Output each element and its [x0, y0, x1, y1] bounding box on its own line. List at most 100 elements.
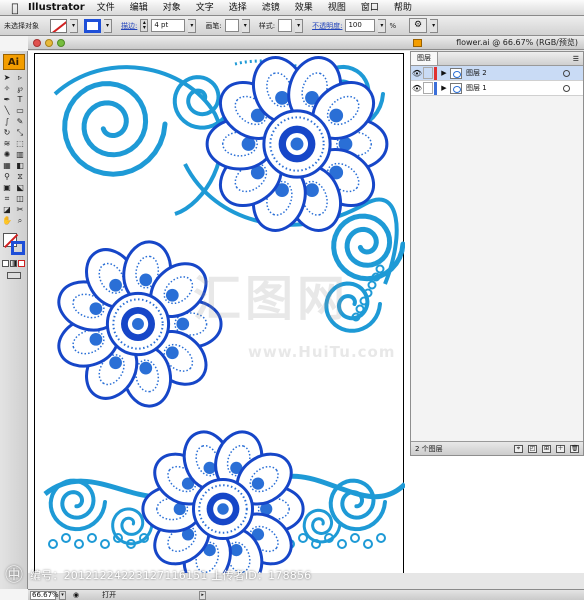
menu-effect[interactable]: 效果: [295, 0, 313, 16]
menu-object[interactable]: 对象: [163, 0, 181, 16]
layer-selection-square[interactable]: [573, 85, 579, 91]
magic-wand-icon[interactable]: ✧: [2, 84, 13, 94]
layer-selection-square[interactable]: [573, 70, 579, 76]
fill-swatch[interactable]: [50, 18, 67, 33]
stroke-weight-dropdown[interactable]: ▾: [188, 18, 197, 33]
expand-triangle-icon[interactable]: ▶: [440, 69, 448, 77]
layer-name[interactable]: 图层 2: [466, 68, 563, 78]
scissors-icon[interactable]: ✂: [15, 205, 26, 215]
visibility-eye-icon[interactable]: 👁: [411, 69, 423, 78]
apple-icon[interactable]: : [6, 0, 24, 16]
opacity-field[interactable]: 100: [345, 19, 376, 32]
paintbrush-icon[interactable]: ∫: [2, 117, 13, 127]
layer-name[interactable]: 图层 1: [466, 83, 563, 93]
locate-object-icon[interactable]: ⌖: [514, 444, 523, 453]
menu-filter[interactable]: 滤镜: [262, 0, 280, 16]
stroke-swatch[interactable]: [84, 18, 101, 33]
flower-middle-center-dot: [132, 318, 144, 330]
color-mode-button[interactable]: [2, 260, 9, 267]
slice-icon[interactable]: ◫: [15, 194, 26, 204]
direct-selection-icon[interactable]: ▹: [15, 73, 26, 83]
fill-dropdown[interactable]: ▾: [70, 18, 78, 33]
stroke-weight-field[interactable]: 4 pt: [151, 19, 186, 32]
delete-layer-icon[interactable]: 🗑: [570, 444, 579, 453]
zoom-window-button[interactable]: [57, 39, 65, 47]
lock-toggle[interactable]: [423, 67, 433, 79]
panel-menu-icon[interactable]: ☰: [573, 55, 579, 63]
layer-target-icon[interactable]: [563, 69, 570, 77]
none-mode-button[interactable]: [18, 260, 25, 267]
zoom-field[interactable]: 66.67%: [30, 590, 59, 600]
live-paint-icon[interactable]: ▣: [2, 183, 13, 193]
eyedropper-icon[interactable]: ⚲: [2, 172, 13, 182]
stroke-link[interactable]: 描边:: [121, 21, 137, 31]
bead-circle: [350, 533, 360, 543]
new-sublayer-icon[interactable]: ⊞: [542, 444, 551, 453]
flower-bottom-heart: [203, 461, 216, 475]
floral-artwork[interactable]: [35, 54, 405, 573]
opacity-dropdown[interactable]: ▾: [378, 18, 387, 33]
eraser-icon[interactable]: ◪: [2, 205, 13, 215]
style-dropdown[interactable]: ▾: [295, 18, 304, 33]
visibility-eye-icon[interactable]: 👁: [411, 84, 423, 93]
warp-icon[interactable]: ≋: [2, 139, 13, 149]
minimize-window-button[interactable]: [45, 39, 53, 47]
style-field[interactable]: [278, 19, 293, 32]
menu-view[interactable]: 视图: [328, 0, 346, 16]
rectangle-icon[interactable]: ▭: [15, 106, 26, 116]
symbol-sprayer-icon[interactable]: ✺: [2, 150, 13, 160]
lock-toggle[interactable]: [423, 82, 433, 94]
brush-field[interactable]: [224, 19, 239, 32]
hand-icon[interactable]: ✋: [2, 216, 13, 226]
pencil-icon[interactable]: ✎: [15, 117, 26, 127]
menu-help[interactable]: 帮助: [394, 0, 412, 16]
pen-icon[interactable]: ✒: [2, 95, 13, 105]
crop-area-icon[interactable]: ⌗: [2, 194, 13, 204]
rotate-icon[interactable]: ↻: [2, 128, 13, 138]
gradient-icon[interactable]: ◧: [15, 161, 26, 171]
menu-type[interactable]: 文字: [196, 0, 214, 16]
menu-edit[interactable]: 编辑: [130, 0, 148, 16]
flower-large-heart: [275, 91, 289, 105]
expand-triangle-icon[interactable]: ▶: [440, 84, 448, 92]
bead-circle: [337, 539, 347, 549]
app-name-menu[interactable]: Illustrator: [28, 2, 85, 13]
stroke-box[interactable]: [10, 241, 25, 255]
lasso-icon[interactable]: ℘: [15, 84, 26, 94]
close-window-button[interactable]: [33, 39, 41, 47]
fill-stroke-widget[interactable]: [2, 232, 26, 256]
opacity-link[interactable]: 不透明度:: [312, 21, 342, 31]
stroke-weight-stepper[interactable]: ▴ ▾: [140, 19, 149, 32]
recolor-dropdown[interactable]: ▾: [430, 18, 439, 33]
layer-row[interactable]: 👁 ▶ 图层 2: [411, 66, 583, 81]
screen-mode-button[interactable]: [6, 272, 21, 279]
tab-layers[interactable]: 图层: [411, 52, 438, 65]
layer-target-icon[interactable]: [563, 84, 570, 92]
zoom-icon[interactable]: ⌕: [15, 216, 26, 226]
flower-middle-heart: [165, 288, 179, 302]
mesh-icon[interactable]: ▦: [2, 161, 13, 171]
selection-arrow-icon[interactable]: ➤: [2, 73, 13, 83]
menu-select[interactable]: 选择: [229, 0, 247, 16]
brush-dropdown[interactable]: ▾: [241, 18, 250, 33]
layer-row[interactable]: 👁 ▶ 图层 1: [411, 81, 583, 96]
new-layer-icon[interactable]: ＋: [556, 444, 565, 453]
free-transform-icon[interactable]: ⬚: [15, 139, 26, 149]
menu-window[interactable]: 窗口: [361, 0, 379, 16]
stroke-dropdown[interactable]: ▾: [104, 18, 112, 33]
menu-file[interactable]: 文件: [97, 0, 115, 16]
scale-icon[interactable]: ⤡: [15, 128, 26, 138]
clipping-mask-icon[interactable]: ◰: [528, 444, 537, 453]
recolor-artwork-button[interactable]: ⚙: [409, 18, 428, 33]
column-graph-icon[interactable]: ▥: [15, 150, 26, 160]
status-dropdown[interactable]: ▸: [199, 590, 207, 600]
status-icon: ◉: [73, 591, 80, 599]
blend-icon[interactable]: ⧖: [15, 172, 26, 182]
flower-middle-heart: [139, 273, 153, 287]
live-paint-select-icon[interactable]: ⬕: [15, 183, 26, 193]
type-icon[interactable]: T: [15, 95, 26, 105]
artboard[interactable]: [34, 53, 405, 573]
line-icon[interactable]: ╲: [2, 106, 13, 116]
zoom-dropdown[interactable]: ▾: [59, 590, 66, 600]
gradient-mode-button[interactable]: [10, 260, 17, 267]
